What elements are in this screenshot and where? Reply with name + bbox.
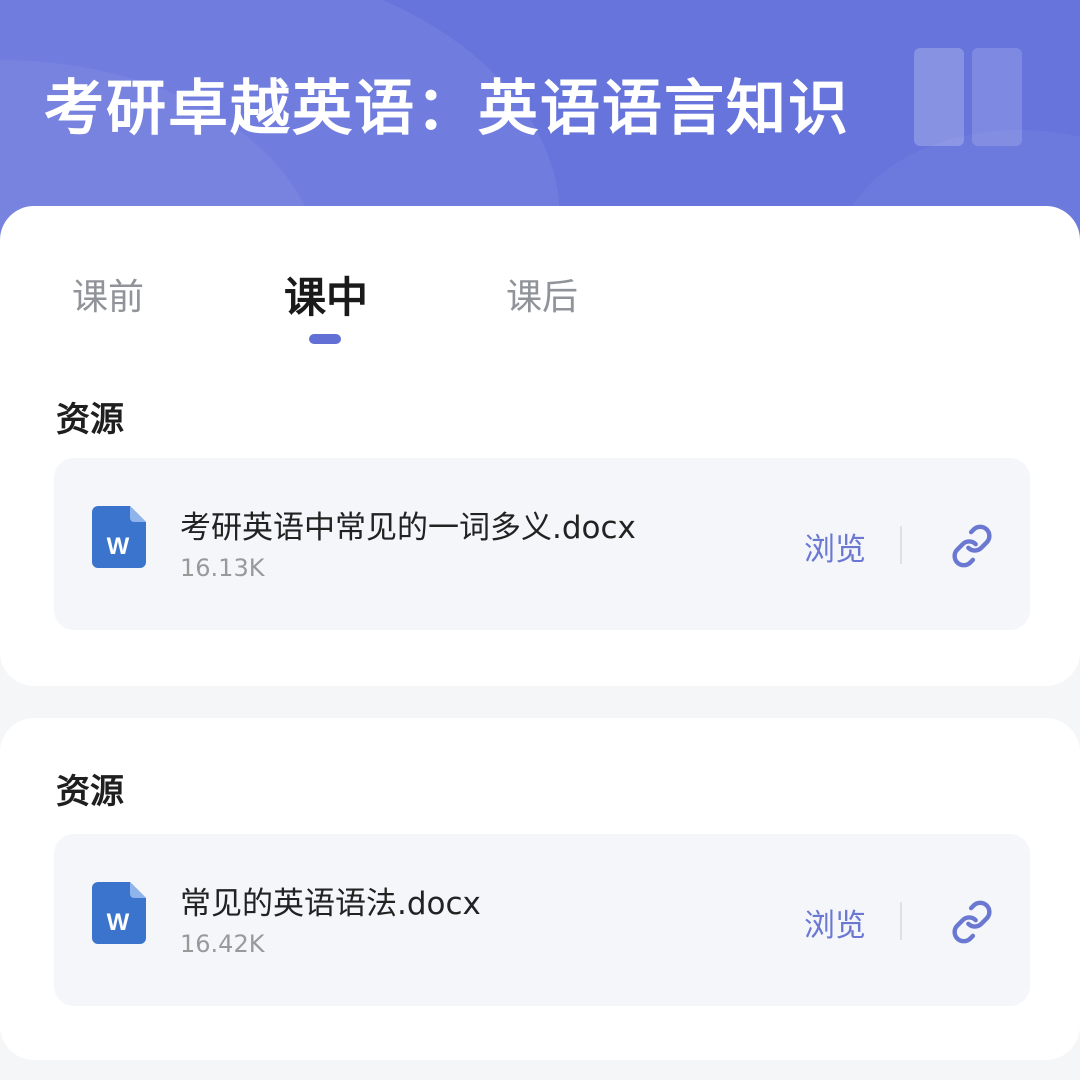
lesson-tabs: 课前 课中 课后: [0, 206, 1080, 356]
book-icon: [914, 48, 1024, 154]
view-button[interactable]: 浏览: [804, 900, 866, 945]
link-icon[interactable]: [950, 900, 994, 944]
file-name[interactable]: 常见的英语语法.docx: [180, 878, 481, 923]
divider: [900, 526, 902, 564]
divider: [900, 902, 902, 940]
view-button[interactable]: 浏览: [804, 524, 866, 569]
course-title: 考研卓越英语：英语语言知识: [44, 74, 850, 144]
file-name[interactable]: 考研英语中常见的一词多义.docx: [180, 502, 636, 547]
tab-in-class[interactable]: 课中: [284, 264, 368, 325]
svg-text:W: W: [107, 909, 130, 936]
active-tab-indicator: [309, 334, 341, 344]
file-size: 16.13K: [180, 554, 265, 582]
word-doc-icon: W: [92, 506, 146, 568]
file-size: 16.42K: [180, 930, 265, 958]
svg-text:W: W: [107, 533, 130, 560]
resource-card: 资源 W 常见的英语语法.docx 16.42K 浏览: [0, 718, 1080, 1060]
section-title: 资源: [56, 772, 124, 812]
tab-after-class[interactable]: 课后: [506, 268, 578, 320]
word-doc-icon: W: [92, 882, 146, 944]
link-icon[interactable]: [950, 524, 994, 568]
file-item[interactable]: W 考研英语中常见的一词多义.docx 16.13K 浏览: [54, 458, 1030, 630]
in-class-card: 课前 课中 课后 资源 W 考研英语中常见的一词多义.docx 16.13K 浏…: [0, 206, 1080, 686]
file-item[interactable]: W 常见的英语语法.docx 16.42K 浏览: [54, 834, 1030, 1006]
section-title: 资源: [56, 400, 124, 440]
tab-before-class[interactable]: 课前: [72, 268, 144, 320]
